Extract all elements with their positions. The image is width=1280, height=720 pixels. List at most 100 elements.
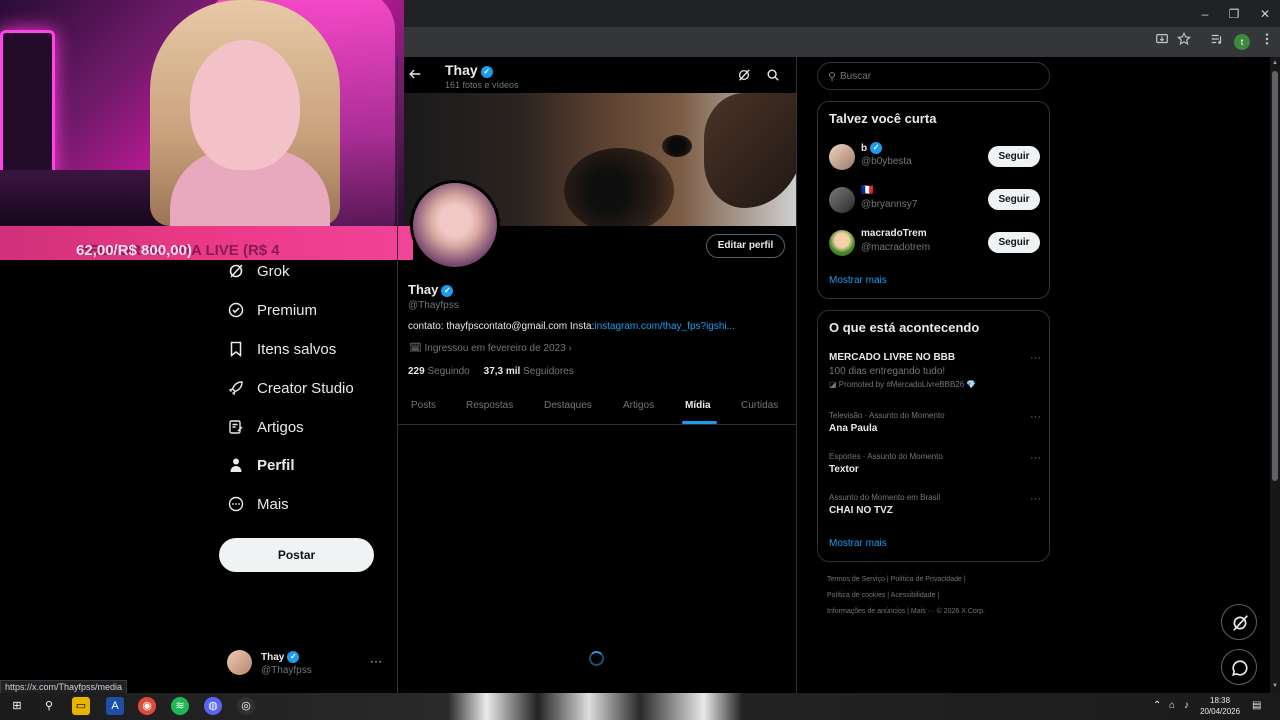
tab-media[interactable]: Mídia <box>685 400 711 411</box>
windows-taskbar <box>0 693 1280 720</box>
windows-start-icon[interactable]: ⊞ <box>8 697 26 715</box>
suggestion-handle: @macradotrem <box>861 242 931 253</box>
follow-button[interactable]: Seguir <box>988 146 1040 167</box>
profile-avatar[interactable] <box>410 180 500 270</box>
obs-icon[interactable]: ◎ <box>237 697 255 715</box>
taskbar-clock[interactable]: 18:38 20/04/2026 <box>1200 695 1240 717</box>
nav-label-profile: Perfil <box>257 456 295 474</box>
suggestion-item[interactable]: 🇫🇷 @bryannsy7 Seguir <box>829 185 1040 215</box>
spotify-icon[interactable]: ≋ <box>171 697 189 715</box>
who-to-follow-title: Talvez você curta <box>829 111 937 126</box>
show-more-suggestions-link[interactable]: Mostrar mais <box>829 275 887 286</box>
suggestion-name: macradoTrem <box>861 228 927 239</box>
search-icon[interactable] <box>766 68 780 82</box>
promoted-icon: ◪ <box>829 380 839 389</box>
search-box[interactable]: ⚲ <box>817 62 1050 90</box>
following-link[interactable]: 229 Seguindo <box>408 366 470 377</box>
grok-fab-button[interactable] <box>1221 604 1257 640</box>
header-profile-name: Thay ✓ <box>445 62 493 78</box>
address-bar[interactable] <box>404 32 1144 54</box>
tab-likes[interactable]: Curtidas <box>741 400 778 411</box>
account-handle: @Thayfpss <box>261 665 312 676</box>
bio-link[interactable]: instagram.com/thay_fps?igshi... <box>594 321 735 332</box>
notification-icon[interactable]: ▤ <box>1252 700 1261 711</box>
banner-dog-eye <box>662 135 692 157</box>
nav-item-creator-studio[interactable]: Creator Studio <box>228 374 354 402</box>
grok-analyze-icon[interactable] <box>737 68 751 82</box>
edit-profile-button[interactable]: Editar perfil <box>706 234 785 258</box>
footer-links-row[interactable]: Informações de anúncios | Mais ··· © 202… <box>827 608 985 615</box>
trend-item[interactable]: Assunto do Momento em Brasil CHAI NO TVZ… <box>829 493 1041 516</box>
bookmark-star-icon[interactable] <box>1174 31 1194 52</box>
nav-item-bookmarks[interactable]: Itens salvos <box>228 335 336 363</box>
tab-highlights[interactable]: Destaques <box>544 400 592 411</box>
file-explorer-icon[interactable]: ▭ <box>72 697 90 715</box>
person-icon <box>230 458 242 472</box>
suggestion-name: 🇫🇷 <box>861 185 874 196</box>
banner-dog-snout <box>564 148 674 226</box>
taskbar-search-icon[interactable]: ⚲ <box>40 697 58 715</box>
nav-item-premium[interactable]: Premium <box>228 296 317 324</box>
account-name: Thay ✓ <box>261 651 300 663</box>
tab-replies[interactable]: Respostas <box>466 400 513 411</box>
trend-more-icon[interactable]: ··· <box>1030 452 1041 464</box>
nav-item-profile[interactable]: Perfil <box>228 451 295 479</box>
rocket-icon <box>228 381 243 396</box>
scrollbar-thumb[interactable] <box>1272 71 1278 481</box>
install-app-icon[interactable] <box>1152 32 1172 52</box>
grok-icon <box>1233 615 1248 631</box>
follow-button[interactable]: Seguir <box>988 189 1040 210</box>
footer-links-row[interactable]: Termos de Serviço | Política de Privacid… <box>827 576 966 583</box>
scroll-down-arrow-icon[interactable]: ▼ <box>1272 683 1278 689</box>
page-scrollbar[interactable]: ▲ ▼ <box>1270 57 1280 693</box>
link-preview-statusbar: https://x.com/Thayfpss/media <box>0 680 128 694</box>
suggestion-item[interactable]: macradoTrem @macradotrem Seguir <box>829 228 1040 258</box>
suggestion-item[interactable]: b ✓ @b0ybesta Seguir <box>829 142 1040 172</box>
profile-stats: 229 Seguindo 37,3 mil Seguidores <box>408 366 574 377</box>
footer-links-row[interactable]: Política de cookies | Acessibilidade | <box>827 592 939 599</box>
restore-button[interactable]: ❐ <box>1219 4 1249 24</box>
search-input[interactable] <box>840 69 1030 83</box>
post-button[interactable]: Postar <box>219 538 374 572</box>
browser-menu-icon[interactable] <box>1257 32 1277 52</box>
account-more-icon[interactable]: ··· <box>370 654 382 668</box>
tab-articles[interactable]: Artigos <box>623 400 654 411</box>
trend-more-icon[interactable]: ··· <box>1030 411 1041 423</box>
trend-title: Ana Paula <box>829 423 878 434</box>
messages-fab-button[interactable] <box>1221 649 1257 685</box>
network-icon[interactable]: ⌂ <box>1169 700 1175 711</box>
trend-more-icon[interactable]: ··· <box>1030 493 1041 505</box>
trend-more-icon[interactable]: ··· <box>1030 352 1041 364</box>
minimize-button[interactable]: – <box>1190 4 1220 24</box>
tab-posts[interactable]: Posts <box>411 400 436 411</box>
volume-icon[interactable]: ♪ <box>1184 700 1189 711</box>
nav-item-grok[interactable]: Grok <box>228 257 290 285</box>
trend-item[interactable]: Esportes · Assunto do Momento Textor ··· <box>829 452 1041 475</box>
avatar <box>829 187 855 213</box>
trend-context: Assunto do Momento em Brasil <box>829 493 941 502</box>
followers-link[interactable]: 37,3 mil Seguidores <box>484 366 574 377</box>
follow-button[interactable]: Seguir <box>988 232 1040 253</box>
nav-item-articles[interactable]: Artigos <box>228 413 304 441</box>
trend-item[interactable]: MERCADO LIVRE NO BBB 100 dias entregando… <box>829 352 1041 389</box>
chrome-icon[interactable]: ◉ <box>138 697 156 715</box>
trend-item[interactable]: Televisão · Assunto do Momento Ana Paula… <box>829 411 1041 434</box>
account-switcher[interactable]: Thay ✓ @Thayfpss ··· <box>227 650 387 680</box>
avatar <box>227 650 252 675</box>
nav-label-creator-studio: Creator Studio <box>257 379 354 397</box>
browser-profile-avatar[interactable]: t <box>1234 34 1250 50</box>
media-control-icon[interactable] <box>1207 32 1227 52</box>
verified-badge-icon: ✓ <box>287 651 300 663</box>
tray-chevron-icon[interactable]: ⌃ <box>1153 700 1161 711</box>
clock-time: 18:38 <box>1210 696 1231 705</box>
trend-title: Textor <box>829 464 859 475</box>
back-arrow-icon[interactable] <box>408 67 422 83</box>
discord-icon[interactable]: ◍ <box>204 697 222 715</box>
close-window-button[interactable]: ✕ <box>1250 4 1280 24</box>
trend-context: Esportes · Assunto do Momento <box>829 452 943 461</box>
taskbar-app-a-icon[interactable]: A <box>106 697 124 715</box>
nav-item-more[interactable]: Mais <box>228 490 289 518</box>
scroll-up-arrow-icon[interactable]: ▲ <box>1272 60 1278 66</box>
profile-tabs: Posts Respostas Destaques Artigos Mídia … <box>398 395 796 425</box>
show-more-trends-link[interactable]: Mostrar mais <box>829 538 887 549</box>
